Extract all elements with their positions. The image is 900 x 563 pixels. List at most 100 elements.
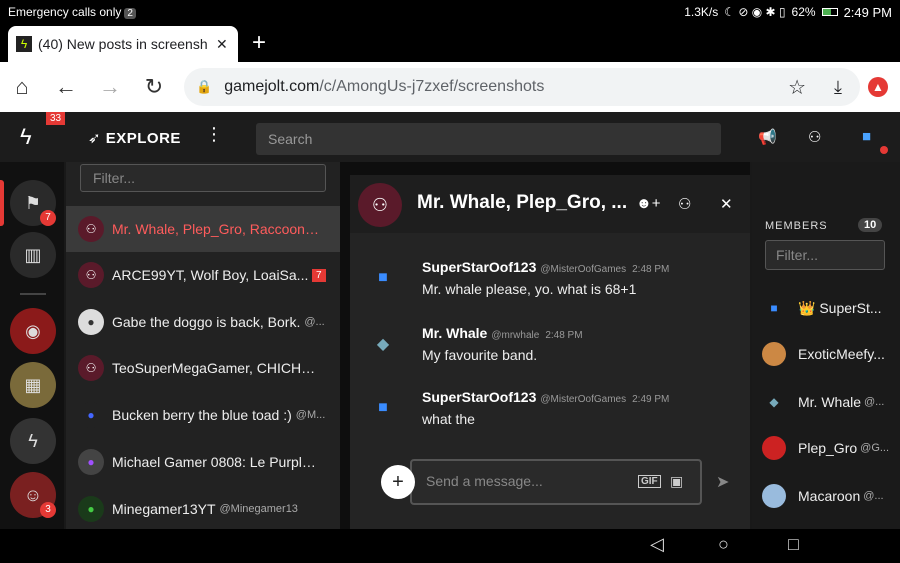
- tab-bar: ϟ (40) New posts in screenshots ✕: [0, 24, 900, 62]
- user-avatar-icon: [762, 484, 786, 508]
- gif-button[interactable]: GIF: [638, 475, 661, 488]
- home-icon[interactable]: ⌂: [0, 74, 44, 100]
- user-avatar-icon: ■: [378, 399, 388, 416]
- user-avatar-icon: ●: [78, 309, 104, 335]
- message-handle: @MisterOofGames: [540, 264, 627, 275]
- image-icon[interactable]: ▣: [670, 473, 683, 490]
- status-left: Emergency calls only 2: [8, 5, 136, 19]
- tab-close-icon[interactable]: ✕: [216, 36, 228, 53]
- download-icon[interactable]: ⤓: [834, 77, 842, 98]
- chat-list-item[interactable]: ⚇ TeoSuperMegaGamer, CHICHO...: [66, 345, 340, 391]
- group-avatar-icon: ⚇: [78, 262, 104, 288]
- community-badge: 3: [40, 502, 56, 518]
- chat-list-item[interactable]: ● Michael Gamer 0808: Le Purple ...: [66, 439, 340, 485]
- community-icon-2[interactable]: ▦: [10, 362, 56, 408]
- members-icon[interactable]: ⚇: [678, 195, 691, 213]
- back-arrow-icon[interactable]: ←: [44, 74, 88, 100]
- reload-icon[interactable]: ↻: [132, 74, 176, 100]
- chat-header: ⚇ Mr. Whale, Plep_Gro, ... ☻+ ⚇ ✕: [350, 175, 750, 233]
- bookmark-star-icon[interactable]: ☆: [788, 75, 806, 100]
- members-heading: MEMBERS: [765, 220, 828, 232]
- close-chat-icon[interactable]: ✕: [720, 195, 733, 213]
- notification-count-badge: 33: [46, 112, 66, 125]
- clock: 2:49 PM: [843, 4, 892, 20]
- attach-plus-button[interactable]: +: [381, 465, 415, 499]
- message-time: 2:48 PM: [545, 330, 583, 341]
- chat-name: Gabe the doggo is back, Bork.: [112, 314, 301, 330]
- user-avatar-icon: ●: [78, 496, 104, 522]
- gamejolt-community-icon[interactable]: ϟ: [10, 418, 56, 464]
- url-path: /c/AmongUs-j7zxef/screenshots: [319, 78, 545, 95]
- user-avatar-icon: ●: [78, 402, 104, 428]
- member-handle: @G...: [860, 442, 890, 454]
- more-menu-icon[interactable]: ⋮: [205, 124, 223, 145]
- member-item[interactable]: Macaroon @...: [762, 484, 900, 508]
- site-top-nav: ϟ 33 ➶ EXPLORE ⋮ Search 📢 ⚇ ■: [0, 112, 900, 162]
- user-avatar-icon[interactable]: ■: [862, 128, 871, 145]
- members-filter-input[interactable]: Filter...: [765, 240, 885, 270]
- network-speed: 1.3K/s: [684, 5, 719, 19]
- chat-rail-badge: 7: [40, 210, 56, 226]
- member-item[interactable]: ◆ Mr. Whale @...: [762, 390, 900, 414]
- message-time: 2:49 PM: [632, 394, 670, 405]
- user-avatar-icon: ●: [78, 449, 104, 475]
- battery-icon: [821, 8, 838, 16]
- browser-tab[interactable]: ϟ (40) New posts in screenshots ✕: [8, 26, 238, 62]
- tab-title: (40) New posts in screenshots: [38, 36, 208, 52]
- url-field[interactable]: 🔒 gamejolt.com/c/AmongUs-j7zxef/screensh…: [184, 68, 860, 106]
- member-item[interactable]: ■ 👑 SuperSt...: [762, 296, 900, 320]
- add-member-icon[interactable]: ☻+: [636, 195, 661, 212]
- explore-link[interactable]: ➶ EXPLORE: [88, 129, 181, 147]
- among-us-community-icon[interactable]: ◉: [10, 308, 56, 354]
- message-author[interactable]: SuperStarOof123: [422, 389, 536, 405]
- group-avatar-icon: ⚇: [358, 183, 402, 227]
- chat-handle: @M...: [295, 409, 326, 421]
- member-item[interactable]: ExoticMeefy...: [762, 342, 900, 366]
- chat-list-item[interactable]: ● Minegamer13YT @Minegamer13: [66, 486, 340, 529]
- chat-handle: @...: [304, 316, 325, 328]
- lock-icon: 🔒: [196, 79, 213, 94]
- chat-name: Michael Gamer 0808: Le Purple ...: [112, 454, 322, 470]
- chat-name: TeoSuperMegaGamer, CHICHO...: [112, 360, 322, 376]
- chat-title[interactable]: Mr. Whale, Plep_Gro, ...: [417, 192, 627, 214]
- user-avatar-icon: ■: [770, 301, 778, 315]
- extension-icon[interactable]: ▲: [868, 77, 888, 97]
- message-author[interactable]: SuperStarOof123: [422, 259, 536, 275]
- send-icon[interactable]: ➤: [716, 472, 729, 492]
- chat-list-item[interactable]: ⚇ Mr. Whale, Plep_Gro, Raccoonic...: [66, 206, 340, 252]
- recents-square-icon[interactable]: □: [788, 534, 799, 555]
- explore-label: EXPLORE: [105, 130, 181, 147]
- status-bar: Emergency calls only 2 1.3K/s ☾ ⊘ ◉ ✱ ▯ 6…: [0, 0, 900, 24]
- site-search-input[interactable]: Search: [256, 123, 721, 155]
- megaphone-icon[interactable]: 📢: [758, 128, 777, 146]
- message-handle: @MisterOofGames: [540, 394, 627, 405]
- chat-list-item[interactable]: ● Gabe the doggo is back, Bork. @...: [66, 299, 340, 345]
- chat-filter-input[interactable]: Filter...: [80, 164, 326, 192]
- member-name: 👑 SuperSt...: [798, 299, 882, 316]
- chat-name: Minegamer13YT: [112, 501, 216, 517]
- friends-icon[interactable]: ⚇: [808, 128, 821, 146]
- gamejolt-logo-icon[interactable]: ϟ: [20, 124, 32, 150]
- message-meta: SuperStarOof123 @MisterOofGames 2:48 PM: [422, 259, 669, 277]
- message-time: 2:48 PM: [632, 264, 670, 275]
- message-text: My favourite band.: [422, 347, 538, 363]
- member-item[interactable]: Plep_Gro @G...: [762, 436, 900, 460]
- whale-avatar-icon: ◆: [376, 336, 390, 353]
- status-right: 1.3K/s ☾ ⊘ ◉ ✱ ▯ 62% 2:49 PM: [684, 5, 892, 20]
- library-rail-icon[interactable]: ▥: [10, 232, 56, 278]
- back-triangle-icon[interactable]: ◁: [650, 534, 664, 555]
- home-circle-icon[interactable]: ○: [718, 534, 729, 555]
- message-text: Mr. whale please, yo. what is 68+1: [422, 281, 637, 297]
- rail-divider: [20, 293, 46, 295]
- new-tab-button[interactable]: +: [252, 31, 266, 55]
- chat-list-item[interactable]: ⚇ ARCE99YT, Wolf Boy, LoaiSa... 7: [66, 252, 340, 298]
- forward-arrow-icon[interactable]: →: [88, 74, 132, 100]
- members-count-badge: 10: [858, 218, 883, 232]
- user-avatar-icon: [762, 436, 786, 460]
- chat-list-item[interactable]: ● Bucken berry the blue toad :) @M...: [66, 392, 340, 438]
- address-bar: ⌂ ← → ↻ 🔒 gamejolt.com/c/AmongUs-j7zxef/…: [0, 62, 900, 112]
- message-author[interactable]: Mr. Whale: [422, 325, 487, 341]
- group-avatar-icon: ⚇: [78, 355, 104, 381]
- chat-name: Bucken berry the blue toad :): [112, 407, 292, 423]
- chat-handle: @Minegamer13: [219, 503, 298, 515]
